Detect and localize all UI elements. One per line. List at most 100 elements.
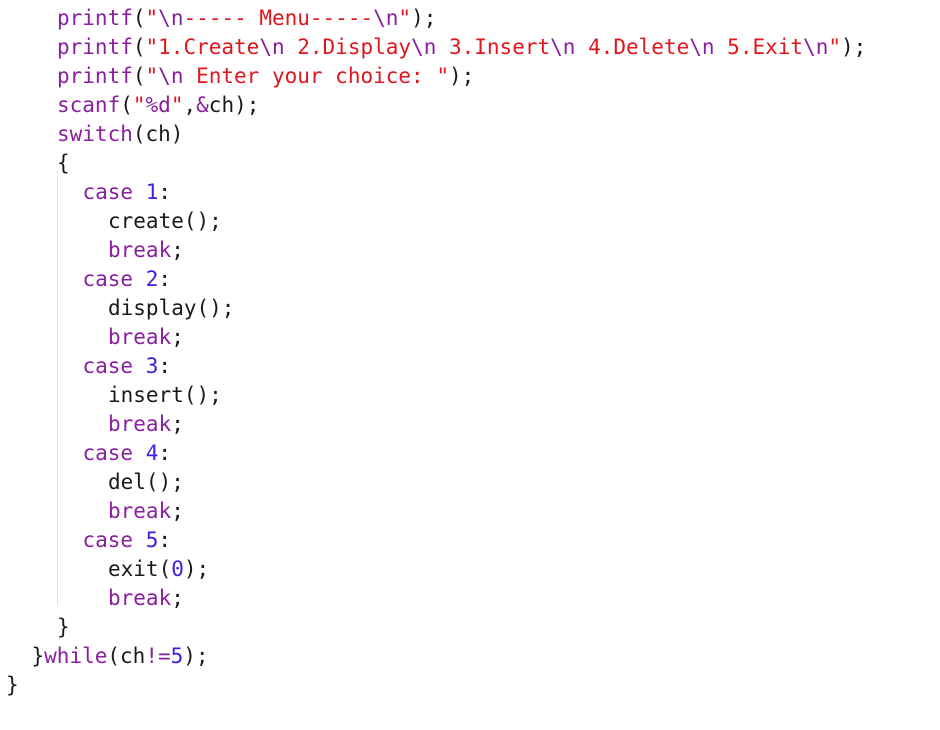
code-token: 4 bbox=[145, 441, 159, 465]
code-token: " bbox=[398, 6, 412, 30]
code-token: ); bbox=[841, 35, 867, 59]
code-token: 3.Insert bbox=[436, 35, 551, 59]
code-line: case 2: bbox=[83, 265, 172, 294]
code-line: scanf("%d",&ch); bbox=[57, 91, 259, 120]
code-editor[interactable]: printf("\n----- Menu-----\n"); printf("1.… bbox=[0, 0, 940, 730]
code-line: } bbox=[57, 613, 70, 642]
code-token: ( bbox=[120, 93, 133, 117]
code-token: " bbox=[132, 93, 146, 117]
code-line: printf("1.Create\n 2.Display\n 3.Insert\… bbox=[57, 33, 866, 62]
code-token: 5.Exit bbox=[714, 35, 804, 59]
code-line: break; bbox=[108, 236, 184, 265]
code-token: " bbox=[145, 64, 159, 88]
code-token: : bbox=[158, 528, 172, 552]
code-token: " bbox=[170, 93, 184, 117]
code-line: exit(0); bbox=[108, 555, 209, 584]
code-line: }while(ch!=5); bbox=[32, 642, 209, 671]
code-line: printf("\n----- Menu-----\n"); bbox=[57, 4, 436, 33]
code-line: } bbox=[6, 671, 19, 700]
code-token: \n bbox=[411, 35, 437, 59]
code-token: \n bbox=[158, 64, 184, 88]
code-line: break; bbox=[108, 323, 184, 352]
code-token: \n bbox=[689, 35, 715, 59]
code-token: %d bbox=[145, 93, 171, 117]
code-token: ); bbox=[448, 64, 475, 88]
code-token: Enter your choice: " bbox=[183, 64, 449, 88]
code-line: case 3: bbox=[83, 352, 172, 381]
code-token: \n bbox=[158, 6, 184, 30]
code-token: printf bbox=[57, 35, 133, 59]
code-token: break bbox=[108, 586, 172, 610]
code-token: ); bbox=[183, 644, 209, 668]
code-token: case bbox=[82, 180, 134, 204]
code-token: switch bbox=[57, 122, 133, 146]
code-token: break bbox=[108, 499, 172, 523]
code-token: insert(); bbox=[108, 383, 222, 407]
code-token: 0 bbox=[171, 557, 184, 581]
code-token: \n bbox=[373, 6, 399, 30]
indent-guide bbox=[57, 170, 58, 605]
code-token: , bbox=[183, 93, 197, 117]
code-line: break; bbox=[108, 497, 184, 526]
code-token: "1.Create bbox=[145, 35, 260, 59]
code-line: del(); bbox=[108, 468, 184, 497]
code-token: " bbox=[145, 6, 159, 30]
code-token: ( bbox=[132, 35, 146, 59]
code-token: exit bbox=[108, 557, 159, 581]
code-token: ; bbox=[171, 412, 184, 436]
code-token: ch); bbox=[208, 93, 260, 117]
code-token: " bbox=[828, 35, 841, 59]
code-token: display(); bbox=[108, 296, 235, 320]
code-token: \n bbox=[550, 35, 576, 59]
code-line: display(); bbox=[108, 294, 234, 323]
code-token: } bbox=[31, 644, 45, 668]
code-token: ( bbox=[132, 6, 146, 30]
code-line: break; bbox=[108, 584, 184, 613]
code-token: ----- Menu----- bbox=[183, 6, 374, 30]
code-token: del(); bbox=[108, 470, 184, 494]
code-token: : bbox=[158, 267, 172, 291]
code-token: ; bbox=[171, 325, 184, 349]
code-line: break; bbox=[108, 410, 184, 439]
code-line: case 1: bbox=[83, 178, 172, 207]
code-token: break bbox=[108, 325, 172, 349]
code-line: create(); bbox=[108, 207, 222, 236]
code-token: : bbox=[158, 441, 172, 465]
code-line: case 4: bbox=[83, 439, 172, 468]
code-line: { bbox=[57, 149, 70, 178]
code-line: case 5: bbox=[83, 526, 172, 555]
code-token: 2.Display bbox=[284, 35, 412, 59]
code-token: ; bbox=[171, 238, 184, 262]
code-token: ); bbox=[411, 6, 437, 30]
code-token: 4.Delete bbox=[575, 35, 690, 59]
code-line: switch(ch) bbox=[57, 120, 183, 149]
code-token: 1 bbox=[145, 180, 159, 204]
code-line: insert(); bbox=[108, 381, 222, 410]
code-token: \n bbox=[259, 35, 285, 59]
code-token: ; bbox=[171, 499, 184, 523]
code-token: (ch) bbox=[132, 122, 184, 146]
code-token: ( bbox=[132, 64, 146, 88]
code-token: 2 bbox=[145, 267, 159, 291]
code-token: scanf bbox=[57, 93, 121, 117]
code-token: \n bbox=[803, 35, 829, 59]
code-token: create(); bbox=[108, 209, 222, 233]
code-token: 5 bbox=[145, 528, 159, 552]
code-token: 3 bbox=[145, 354, 159, 378]
code-token: printf bbox=[57, 6, 133, 30]
code-token: } bbox=[6, 673, 19, 697]
code-token: : bbox=[158, 354, 172, 378]
code-token: case bbox=[82, 267, 134, 291]
code-token: while bbox=[44, 644, 108, 668]
code-token: { bbox=[57, 151, 70, 175]
code-token: break bbox=[108, 412, 172, 436]
code-token: : bbox=[158, 180, 172, 204]
code-token: case bbox=[82, 441, 134, 465]
code-token: break bbox=[108, 238, 172, 262]
code-token: (ch bbox=[107, 644, 146, 668]
